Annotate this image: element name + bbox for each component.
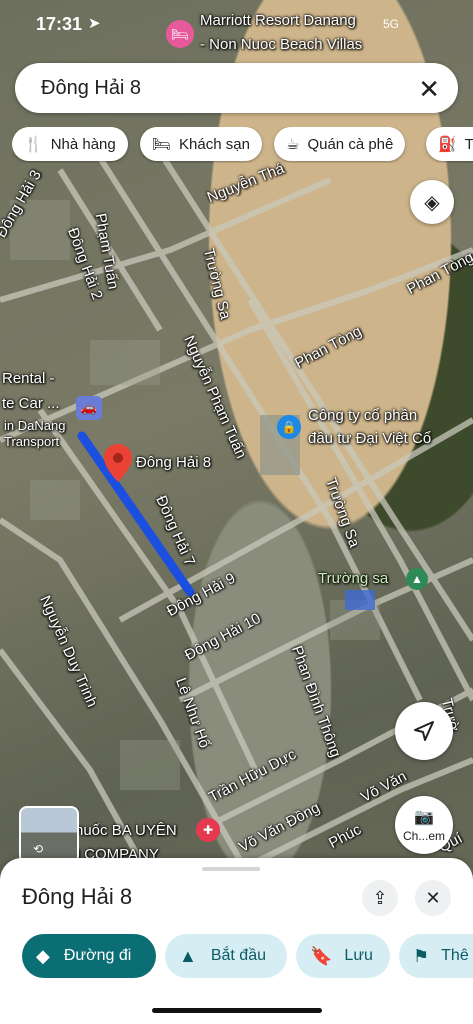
status-bar: 17:31 ➤ 5G bbox=[0, 0, 473, 48]
save-button[interactable]: 🔖 Lưu bbox=[296, 934, 390, 978]
search-bar[interactable]: Đông Hải 8 ✕ bbox=[15, 63, 458, 113]
rental-label[interactable]: Rental - bbox=[2, 370, 55, 387]
save-label: Lưu bbox=[344, 947, 373, 964]
navigation-icon: ▲ bbox=[179, 945, 197, 966]
company-label-2[interactable]: đầu tư Đại Việt Cổ bbox=[308, 430, 431, 447]
street-view-label: Ch...em bbox=[402, 829, 445, 843]
layers-icon: ◈ bbox=[424, 191, 440, 214]
close-sheet-button[interactable]: ✕ bbox=[415, 880, 451, 916]
pharmacy-label[interactable]: huốc BA UYÊN bbox=[75, 822, 177, 839]
layers-button[interactable]: ◈ bbox=[410, 180, 454, 224]
chip-hotels[interactable]: 🛏 Khách sạn bbox=[140, 127, 262, 161]
rental-label-2[interactable]: te Car ... bbox=[2, 395, 60, 412]
close-icon: ✕ bbox=[425, 887, 441, 908]
fuel-icon: ⛽ bbox=[438, 136, 457, 153]
chip-restaurants[interactable]: 🍴 Nhà hàng bbox=[12, 127, 128, 161]
network-label: 5G bbox=[383, 17, 400, 31]
truong-sa-place-label[interactable]: Trường sa bbox=[318, 570, 388, 587]
my-location-button[interactable] bbox=[395, 702, 453, 760]
place-sheet[interactable]: Đông Hải 8 ⇪ ✕ ◆ Đường đi ▲ Bắt đầu 🔖 Lư… bbox=[0, 858, 473, 1024]
chip-label: Nhà hàng bbox=[50, 135, 116, 153]
navigation-arrow-icon bbox=[414, 721, 434, 741]
location-arrow-icon: ➤ bbox=[88, 15, 101, 32]
chip-label: Khách sạn bbox=[179, 135, 250, 153]
street-view-button[interactable]: 📷 Ch...em bbox=[395, 796, 453, 854]
search-input[interactable]: Đông Hải 8 bbox=[41, 77, 141, 100]
start-button[interactable]: ▲ Bắt đầu bbox=[165, 934, 287, 978]
pharmacy-icon[interactable]: ✚ bbox=[196, 818, 220, 842]
bookmark-icon: 🔖 bbox=[310, 945, 333, 966]
bed-icon: 🛏 bbox=[152, 136, 172, 153]
place-title: Đông Hải 8 bbox=[22, 884, 133, 909]
directions-button[interactable]: ◆ Đường đi bbox=[22, 934, 156, 978]
map-pin-icon[interactable] bbox=[104, 444, 132, 482]
directions-icon: ◆ bbox=[36, 945, 50, 966]
sheet-handle[interactable] bbox=[202, 867, 260, 871]
close-icon[interactable]: ✕ bbox=[418, 74, 440, 105]
chip-label: Quán cà phê bbox=[307, 135, 394, 153]
share-icon: ⇪ bbox=[372, 887, 388, 908]
add-label-label: Thê bbox=[441, 947, 469, 964]
add-label-button[interactable]: ⚑ Thê bbox=[399, 934, 473, 978]
transport-label-2[interactable]: Transport bbox=[4, 434, 59, 449]
pin-label[interactable]: Đông Hải 8 bbox=[136, 454, 211, 471]
camera-icon: 📷 bbox=[414, 809, 434, 826]
home-indicator bbox=[152, 1008, 322, 1013]
status-time: 17:31 bbox=[36, 14, 83, 34]
chip-coffee[interactable]: ☕ Quán cà phê bbox=[274, 127, 406, 161]
chip-gas[interactable]: ⛽ Tr bbox=[426, 127, 473, 161]
share-button[interactable]: ⇪ bbox=[362, 880, 398, 916]
directions-label: Đường đi bbox=[63, 947, 132, 964]
fork-knife-icon: 🍴 bbox=[24, 136, 43, 153]
company-pin-icon[interactable]: 🔒 bbox=[277, 415, 301, 439]
start-label: Bắt đầu bbox=[210, 947, 266, 964]
park-icon[interactable]: ▲ bbox=[406, 568, 428, 590]
street-view-icon: ⟲ bbox=[33, 842, 44, 856]
car-rental-icon[interactable]: 🚗 bbox=[76, 396, 102, 420]
flag-icon: ⚑ bbox=[413, 945, 430, 966]
coffee-icon: ☕ bbox=[286, 136, 300, 153]
street-view-thumbnail[interactable]: ⟲ bbox=[19, 806, 79, 864]
company-label[interactable]: Công ty cổ phần bbox=[308, 407, 417, 424]
category-chips: 🍴 Nhà hàng 🛏 Khách sạn ☕ Quán cà phê ⛽ T… bbox=[12, 127, 473, 163]
transport-label[interactable]: in DaNang bbox=[4, 418, 65, 433]
chip-label: Tr bbox=[464, 135, 473, 153]
